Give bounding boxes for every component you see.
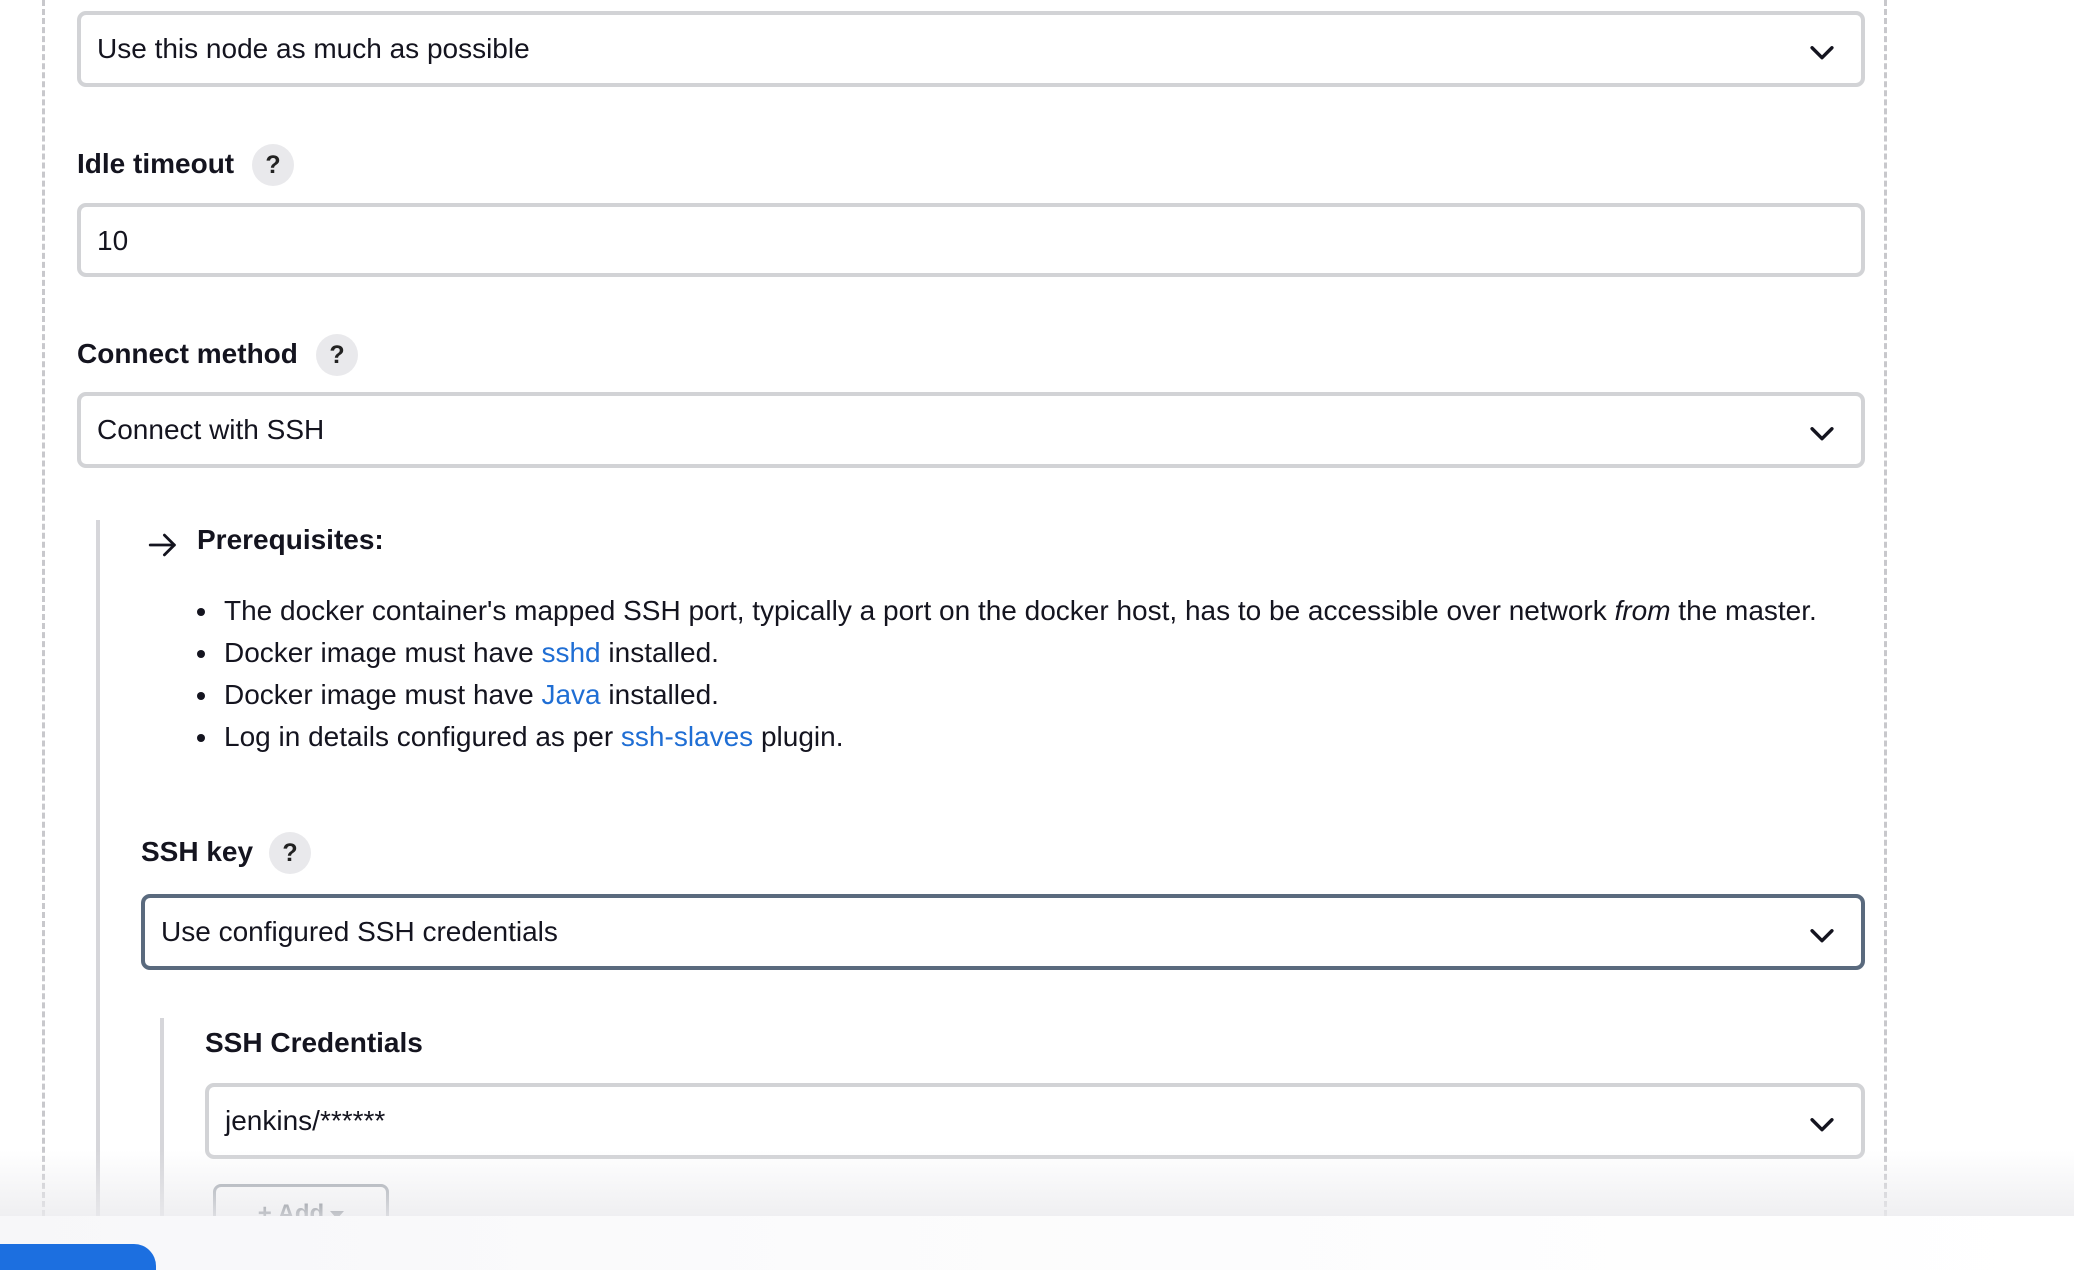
connect-method-select[interactable]: Connect with SSH — [77, 392, 1865, 468]
prereq-text: Log in details configured as per — [224, 721, 621, 752]
ssh-slaves-link[interactable]: ssh-slaves — [621, 721, 753, 752]
ssh-key-label: SSH key — [141, 836, 254, 867]
ssh-key-help-icon[interactable]: ? — [269, 832, 311, 874]
save-button[interactable] — [0, 1244, 156, 1270]
prereq-text: installed. — [600, 637, 719, 668]
bottom-action-bar — [0, 1216, 2074, 1270]
connect-method-value: Connect with SSH — [97, 414, 325, 445]
list-item: Docker image must have Java installed. — [220, 674, 1840, 716]
list-item: The docker container's mapped SSH port, … — [220, 590, 1840, 632]
chevron-down-icon — [1810, 929, 1834, 943]
idle-timeout-label: Idle timeout — [77, 148, 235, 179]
nested-guide-inner — [160, 1018, 164, 1228]
chevron-down-icon — [1810, 1118, 1834, 1132]
retention-select[interactable]: Use this node as much as possible — [77, 11, 1865, 87]
ssh-key-value: Use configured SSH credentials — [161, 916, 558, 947]
arrow-right-icon — [148, 533, 176, 557]
ssh-key-select[interactable]: Use configured SSH credentials — [141, 894, 1865, 970]
sshd-link[interactable]: sshd — [541, 637, 600, 668]
prerequisites-list: The docker container's mapped SSH port, … — [196, 590, 1840, 758]
prereq-text: Docker image must have — [224, 637, 542, 668]
config-page: Use this node as much as possible Idle t… — [0, 0, 2074, 1270]
idle-timeout-help-icon[interactable]: ? — [252, 144, 294, 186]
list-item: Docker image must have sshd installed. — [220, 632, 1840, 674]
java-link[interactable]: Java — [541, 679, 600, 710]
ssh-credentials-value: jenkins/****** — [225, 1105, 386, 1136]
section-border-right — [1884, 0, 1887, 1216]
prereq-emphasis: from — [1614, 595, 1671, 626]
chevron-down-icon — [1810, 46, 1834, 60]
prereq-text: installed. — [600, 679, 719, 710]
connect-method-help-icon[interactable]: ? — [316, 334, 358, 376]
prerequisites-title: Prerequisites: — [197, 524, 384, 555]
idle-timeout-input[interactable]: 10 — [77, 203, 1865, 277]
chevron-down-icon — [1810, 427, 1834, 441]
prereq-text: Docker image must have — [224, 679, 542, 710]
ssh-credentials-label: SSH Credentials — [205, 1027, 423, 1058]
nested-guide — [96, 520, 100, 1220]
idle-timeout-value: 10 — [97, 225, 129, 256]
prereq-text: The docker container's mapped SSH port, … — [224, 595, 1615, 626]
section-border-left — [42, 0, 45, 1216]
connect-method-label: Connect method — [77, 338, 298, 369]
ssh-credentials-select[interactable]: jenkins/****** — [205, 1083, 1865, 1159]
prereq-text: the master. — [1670, 595, 1817, 626]
prereq-text: plugin. — [753, 721, 844, 752]
list-item: Log in details configured as per ssh-sla… — [220, 716, 1840, 758]
retention-select-value: Use this node as much as possible — [97, 33, 530, 64]
